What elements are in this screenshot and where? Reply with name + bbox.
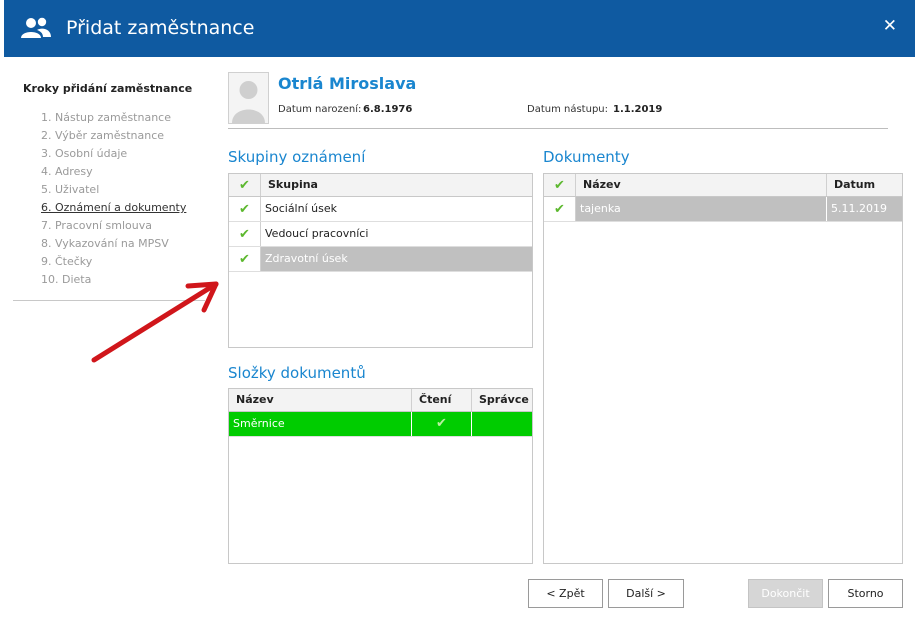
step-item: 8. Vykazování na MPSV <box>41 237 169 250</box>
table-row[interactable]: ✔ Vedoucí pracovníci <box>229 222 532 247</box>
folder-name: Směrnice <box>229 412 412 436</box>
step-item-active[interactable]: 6. Oznámení a dokumenty <box>41 201 186 219</box>
documents-title: Dokumenty <box>543 148 630 166</box>
title-bar: Přidat zaměstnance ✕ <box>4 0 915 57</box>
steps-title: Kroky přidání zaměstnance <box>23 82 193 95</box>
column-header-admin[interactable]: Správce <box>472 389 532 411</box>
step-item: 7. Pracovní smlouva <box>41 219 152 232</box>
group-name: Vedoucí pracovníci <box>265 227 369 240</box>
start-date-label: Datum nástupu: <box>527 104 608 115</box>
avatar <box>228 72 269 124</box>
folders-grid: Název Čtení Správce Směrnice ✔ <box>228 388 533 564</box>
users-icon <box>21 17 51 38</box>
steps-list: 1. Nástup zaměstnance 2. Výběr zaměstnan… <box>41 111 186 291</box>
start-date-value: 1.1.2019 <box>613 104 663 115</box>
annotation-arrow-icon <box>91 281 219 363</box>
column-header-read[interactable]: Čtení <box>412 389 472 411</box>
step-item: 3. Osobní údaje <box>41 147 128 160</box>
check-icon[interactable]: ✔ <box>544 197 576 221</box>
finish-button[interactable]: Dokončit <box>748 579 823 608</box>
table-row-selected[interactable]: ✔ Zdravotní úsek <box>229 247 532 272</box>
column-header-date[interactable]: Datum <box>827 174 902 196</box>
step-item: 4. Adresy <box>41 165 93 178</box>
read-check-icon[interactable]: ✔ <box>412 412 472 436</box>
groups-grid: ✔ Skupina ✔ Sociální úsek ✔ Vedoucí prac… <box>228 173 533 348</box>
step-item: 2. Výběr zaměstnance <box>41 129 165 142</box>
dob-label: Datum narození: <box>278 104 362 115</box>
folders-title: Složky dokumentů <box>228 364 366 382</box>
documents-grid: ✔ Název Datum ✔ tajenka 5.11.2019 <box>543 173 903 564</box>
window-title: Přidat zaměstnance <box>66 17 255 39</box>
folders-header: Název Čtení Správce <box>229 389 532 412</box>
group-name: Sociální úsek <box>265 202 337 215</box>
next-button[interactable]: Další > <box>608 579 684 608</box>
group-name: Zdravotní úsek <box>265 252 348 265</box>
document-date: 5.11.2019 <box>831 202 887 215</box>
employee-name: Otrlá Miroslava <box>278 74 417 93</box>
check-icon[interactable]: ✔ <box>229 197 261 221</box>
back-button[interactable]: < Zpět <box>528 579 603 608</box>
table-row-selected[interactable]: Směrnice ✔ <box>229 412 532 437</box>
column-header-name[interactable]: Název <box>576 174 827 196</box>
header-check-icon[interactable]: ✔ <box>229 174 261 196</box>
table-row[interactable]: ✔ Sociální úsek <box>229 197 532 222</box>
step-item: 1. Nástup zaměstnance <box>41 111 171 124</box>
documents-header: ✔ Název Datum <box>544 174 902 197</box>
column-header-group[interactable]: Skupina <box>261 174 532 196</box>
groups-header: ✔ Skupina <box>229 174 532 197</box>
person-icon <box>232 81 265 123</box>
table-row-selected[interactable]: ✔ tajenka 5.11.2019 <box>544 197 902 222</box>
document-name: tajenka <box>576 197 827 221</box>
close-icon[interactable]: ✕ <box>883 16 897 36</box>
check-icon[interactable]: ✔ <box>229 222 261 246</box>
admin-cell[interactable] <box>472 412 532 436</box>
check-icon[interactable]: ✔ <box>229 247 261 271</box>
groups-title: Skupiny oznámení <box>228 148 366 166</box>
header-divider <box>228 128 888 129</box>
header-check-icon[interactable]: ✔ <box>544 174 576 196</box>
dob-value: 6.8.1976 <box>363 104 413 115</box>
cancel-button[interactable]: Storno <box>828 579 903 608</box>
column-header-name[interactable]: Název <box>229 389 412 411</box>
step-item: 5. Uživatel <box>41 183 100 196</box>
